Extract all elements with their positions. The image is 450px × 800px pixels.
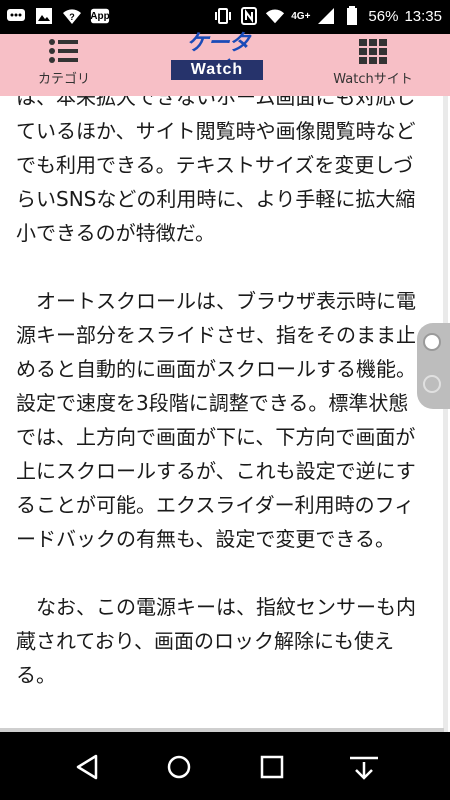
chat-icon bbox=[6, 6, 26, 26]
battery-percent: 56% bbox=[368, 7, 399, 25]
wifi-question-icon: ? bbox=[62, 6, 82, 26]
app-icon: App bbox=[90, 6, 110, 26]
home-icon[interactable] bbox=[164, 752, 194, 782]
vibrate-icon bbox=[213, 6, 233, 26]
site-logo[interactable]: ケータイ Watch bbox=[167, 31, 267, 82]
app-icon-label: App bbox=[90, 10, 110, 22]
nfc-icon bbox=[239, 6, 259, 26]
article-paragraph: なお、この電源キーは、指紋センサーも内蔵されており、画面のロック解除にも使える。 bbox=[16, 595, 416, 687]
recents-icon[interactable] bbox=[257, 752, 287, 782]
logo-wordmark-top: ケータイ bbox=[186, 31, 250, 82]
grid-icon bbox=[358, 38, 388, 70]
wifi-icon bbox=[265, 6, 285, 26]
category-label: カテゴリ bbox=[37, 72, 90, 87]
article-paragraph: オートスクロールは、ブラウザ表示時に電源キー部分をスライドさせ、指をそのまま止め… bbox=[16, 289, 416, 551]
scroll-up-button[interactable] bbox=[423, 333, 441, 351]
site-header: カテゴリ ケータイ Watch Watchサイト bbox=[0, 31, 450, 96]
signal-icon bbox=[316, 6, 336, 26]
watch-sites-label: Watchサイト bbox=[333, 72, 413, 87]
scroll-helper-widget[interactable] bbox=[417, 323, 450, 409]
battery-icon bbox=[342, 6, 362, 26]
status-right-icons: 4G+ 56% 13:35 bbox=[213, 6, 442, 26]
network-type: 4G+ bbox=[291, 10, 311, 22]
navigation-bar bbox=[0, 732, 450, 800]
image-icon bbox=[34, 6, 54, 26]
back-icon[interactable] bbox=[72, 752, 102, 782]
dropdown-icon[interactable] bbox=[347, 752, 378, 782]
status-bar: ? App 4G+ 56% 13:35 bbox=[0, 0, 450, 34]
page-scrollbar[interactable] bbox=[443, 96, 448, 736]
hamburger-menu-icon bbox=[48, 38, 80, 68]
svg-text:?: ? bbox=[69, 12, 75, 22]
status-left-icons: ? App bbox=[6, 6, 110, 26]
logo-wordmark-bottom: Watch bbox=[171, 60, 263, 80]
article-paragraph: は、本来拡大できないホーム画面にも対応しているほか、サイト閲覧時や画像閲覧時など… bbox=[16, 85, 416, 245]
status-time: 13:35 bbox=[404, 7, 442, 25]
watch-sites-button[interactable]: Watchサイト bbox=[318, 34, 428, 96]
article-body: は、本来拡大できないホーム画面にも対応しているほか、サイト閲覧時や画像閲覧時など… bbox=[16, 80, 418, 732]
scroll-down-button[interactable] bbox=[423, 375, 441, 393]
category-menu-button[interactable]: カテゴリ bbox=[28, 34, 100, 96]
